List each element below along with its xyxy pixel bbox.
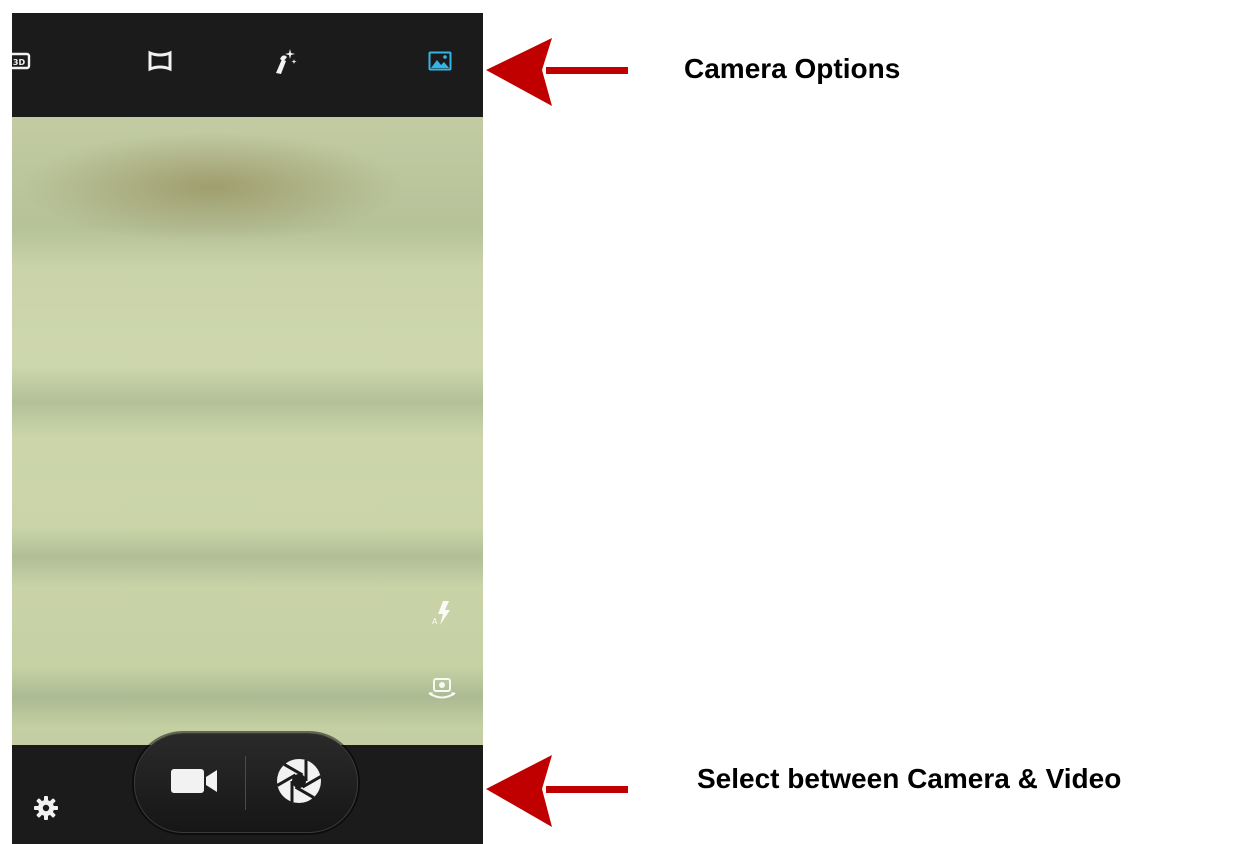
camera-options-annotation: Camera Options (684, 53, 901, 84)
switch-camera-icon[interactable] (426, 673, 458, 705)
auto-flash-icon[interactable]: A (426, 597, 458, 629)
camera-video-switcher (134, 733, 358, 833)
camera-viewfinder[interactable]: A (12, 117, 483, 745)
video-mode-button[interactable] (165, 753, 225, 813)
gear-icon[interactable] (32, 794, 60, 822)
svg-text:A: A (432, 617, 438, 626)
panorama-icon[interactable] (146, 47, 174, 75)
camera-video-annotation: Select between Camera & Video (697, 763, 1122, 794)
switcher-divider (245, 756, 246, 810)
shutter-button[interactable] (269, 753, 329, 813)
camera-options-bar: 3D (12, 13, 483, 117)
camera-app-screen: 3D A (12, 13, 483, 844)
svg-text:3D: 3D (13, 58, 26, 67)
camera-video-arrow (486, 755, 628, 827)
shutter-aperture-icon (275, 757, 323, 810)
photo-mode-icon[interactable] (426, 47, 454, 75)
video-camera-icon (169, 766, 221, 801)
3d-mode-icon[interactable]: 3D (12, 47, 34, 75)
camera-options-arrow (486, 38, 628, 106)
effects-wand-icon[interactable] (271, 47, 299, 75)
